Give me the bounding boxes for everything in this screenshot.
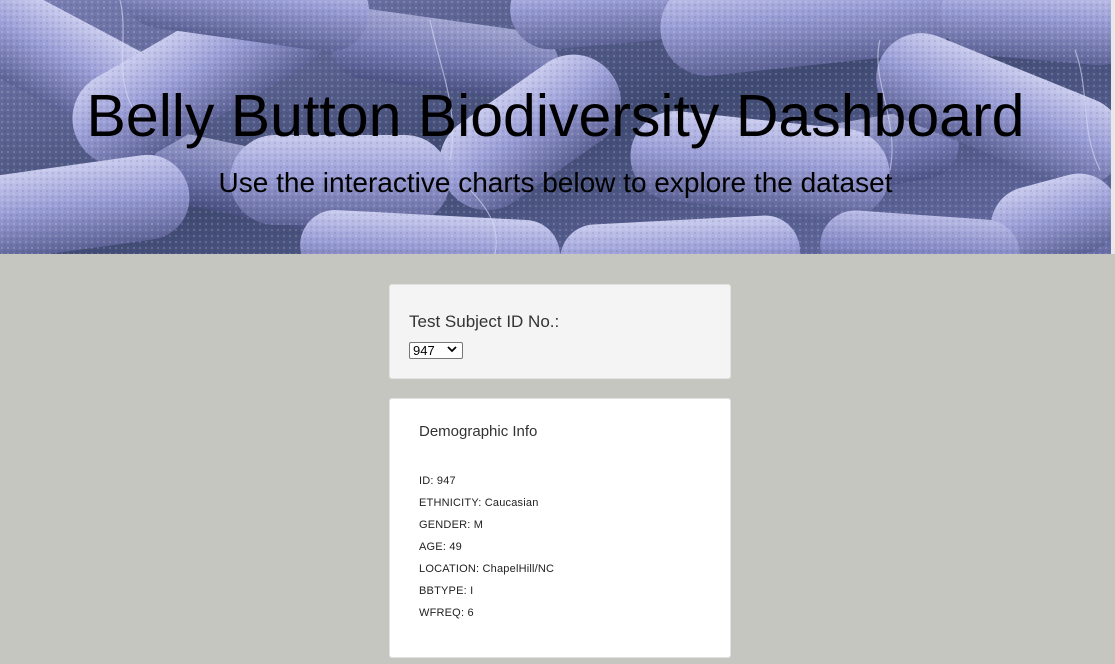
page-title: Belly Button Biodiversity Dashboard <box>86 83 1025 149</box>
subject-id-dropdown[interactable]: 947 <box>409 342 463 359</box>
demographic-ethnicity: ETHNICITY: Caucasian <box>419 497 539 509</box>
demographic-gender: GENDER: M <box>419 519 484 531</box>
demographic-info-heading: Demographic Info <box>419 423 538 440</box>
demographic-id: ID: 947 <box>419 475 456 487</box>
demographic-bbtype: BBTYPE: I <box>419 585 474 597</box>
hero-banner: Belly Button Biodiversity Dashboard Use … <box>0 0 1111 254</box>
chevron-down-icon <box>447 346 457 353</box>
subject-id-selected-value: 947 <box>413 343 435 358</box>
demographic-age: AGE: 49 <box>419 541 462 553</box>
demographic-location: LOCATION: ChapelHill/NC <box>419 563 555 575</box>
demographic-info-panel: Demographic Info ID: 947 ETHNICITY: Cauc… <box>389 398 731 658</box>
demographic-wfreq: WFREQ: 6 <box>419 607 474 619</box>
demographic-info-list: ID: 947 ETHNICITY: Caucasian GENDER: M A… <box>419 474 554 628</box>
subject-selector-label: Test Subject ID No.: <box>409 312 560 331</box>
page-subtitle: Use the interactive charts below to expl… <box>218 167 893 198</box>
scrollbar-gutter <box>1111 0 1115 254</box>
subject-selector-panel: Test Subject ID No.: 947 <box>389 284 731 379</box>
